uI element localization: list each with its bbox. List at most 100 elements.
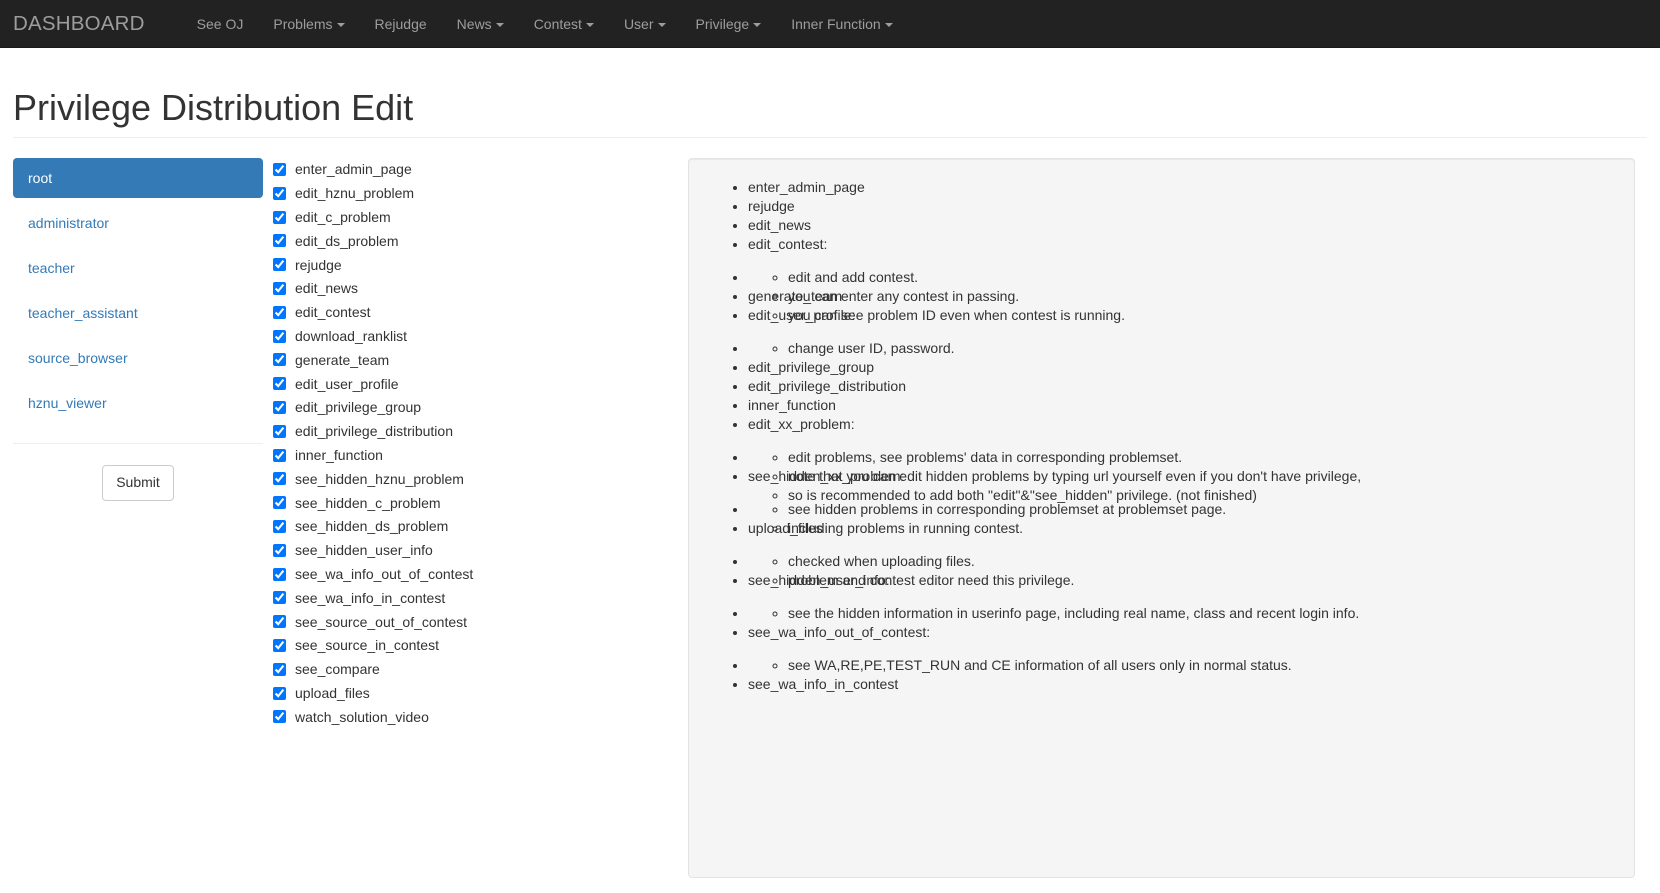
privilege-checkbox-row[interactable]: see_hidden_user_info [269, 538, 663, 562]
privilege-checkbox-label: see_compare [295, 661, 380, 678]
privilege-checkbox-row[interactable]: generate_team [269, 348, 663, 372]
privilege-checkbox-see_hidden_hznu_problem[interactable] [273, 472, 286, 486]
privilege-checkbox-see_compare[interactable] [273, 662, 286, 676]
help-item: rejudge [748, 197, 1615, 216]
privilege-group-item-administrator[interactable]: administrator [13, 202, 263, 243]
chevron-down-icon [657, 22, 666, 27]
privilege-checkbox-label: generate_team [295, 351, 390, 368]
page-header: Privilege Distribution Edit [13, 88, 1647, 138]
privilege-checkbox-row[interactable]: enter_admin_page [269, 158, 663, 182]
privilege-checkbox-inner_function[interactable] [273, 448, 286, 462]
privilege-checkbox-row[interactable]: see_compare [269, 657, 663, 681]
privilege-checkbox-row[interactable]: edit_news [269, 277, 663, 301]
privilege-checkbox-row[interactable]: inner_function [269, 443, 663, 467]
privilege-checkbox-row[interactable]: edit_hznu_problem [269, 181, 663, 205]
page-container: Privilege Distribution Edit root administ… [0, 88, 1660, 878]
help-item: edit_news [748, 216, 1615, 235]
content-row: root administrator teacher teacher_assistan… [13, 157, 1647, 878]
privilege-checkbox-see_hidden_user_info[interactable] [273, 543, 286, 557]
privilege-checkbox-row[interactable]: edit_c_problem [269, 205, 663, 229]
help-subitem: see hidden problems in corresponding pro… [788, 500, 1615, 519]
brand-dashboard-link[interactable]: DASHBOARD [13, 12, 160, 36]
privilege-checkbox-row[interactable]: watch_solution_video [269, 705, 663, 729]
privilege-group-item-hznu_viewer[interactable]: hznu_viewer [13, 382, 263, 423]
help-item: edit_privilege_group [748, 358, 1615, 377]
privilege-checkbox-row[interactable]: see_hidden_c_problem [269, 491, 663, 515]
nav-item-rejudge[interactable]: Rejudge [360, 0, 442, 48]
privilege-group-item-teacher_assistant[interactable]: teacher_assistant [13, 292, 263, 333]
privilege-checkbox-edit_contest[interactable] [273, 305, 286, 319]
privilege-checkbox-label: inner_function [295, 447, 383, 464]
help-item-spacer: see the hidden information in userinfo p… [748, 604, 1615, 623]
privilege-checkbox-enter_admin_page[interactable] [273, 162, 286, 176]
nav-item-privilege[interactable]: Privilege [681, 0, 777, 48]
privilege-checkbox-row[interactable]: see_wa_info_out_of_contest [269, 562, 663, 586]
nav-item-contest[interactable]: Contest [519, 0, 609, 48]
help-item: see_hidden_user_info: [748, 571, 1615, 590]
help-sublist: see the hidden information in userinfo p… [748, 604, 1615, 623]
nav-item-label: Rejudge [374, 15, 427, 32]
privilege-checkbox-label: see_hidden_user_info [295, 542, 433, 559]
nav-item-label: Problems [273, 15, 333, 32]
privilege-checkbox-label: edit_news [295, 280, 359, 297]
help-item-spacer: see WA,RE,PE,TEST_RUN and CE information… [748, 656, 1615, 675]
nav-item-inner-function[interactable]: Inner Function [776, 0, 908, 48]
privilege-checkbox-see_wa_info_out_of_contest[interactable] [273, 567, 286, 581]
privilege-checkbox-edit_privilege_distribution[interactable] [273, 424, 286, 438]
nav-item-label: News [456, 15, 492, 32]
privilege-checkbox-edit_c_problem[interactable] [273, 210, 286, 224]
privilege-checkbox-row[interactable]: see_hidden_ds_problem [269, 515, 663, 539]
privilege-group-column: root administrator teacher teacher_assistan… [13, 157, 263, 501]
privilege-checkbox-row[interactable]: rejudge [269, 253, 663, 277]
nav-item-problems[interactable]: Problems [258, 0, 359, 48]
privilege-checkbox-see_wa_info_in_contest[interactable] [273, 591, 286, 605]
privilege-checkbox-row[interactable]: edit_ds_problem [269, 229, 663, 253]
page-title: Privilege Distribution Edit [13, 87, 414, 128]
help-item-spacer: see hidden problems in corresponding pro… [748, 500, 1615, 536]
nav-item-label: Privilege [695, 15, 750, 32]
privilege-checkbox-rejudge[interactable] [273, 258, 286, 272]
privilege-checkbox-see_source_in_contest[interactable] [273, 638, 286, 652]
privilege-checkbox-edit_hznu_problem[interactable] [273, 186, 286, 200]
privilege-checkbox-watch_solution_video[interactable] [273, 710, 286, 724]
submit-button[interactable]: Submit [102, 464, 174, 501]
privilege-checkbox-row[interactable]: see_hidden_hznu_problem [269, 467, 663, 491]
privilege-checkbox-row[interactable]: edit_privilege_group [269, 396, 663, 420]
privilege-checkbox-label: see_source_out_of_contest [295, 613, 468, 630]
navbar-items: See OJ Problems Rejudge News Contest User Priv… [182, 0, 908, 48]
privilege-checkbox-edit_ds_problem[interactable] [273, 234, 286, 248]
nav-item-user[interactable]: User [609, 0, 681, 48]
privilege-checkbox-row[interactable]: see_source_out_of_contest [269, 610, 663, 634]
privilege-checkbox-row[interactable]: edit_user_profile [269, 372, 663, 396]
chevron-down-icon [495, 22, 504, 27]
privilege-checkbox-row[interactable]: download_ranklist [269, 324, 663, 348]
privilege-group-item-root[interactable]: root [13, 157, 263, 198]
privilege-checkbox-label: rejudge [295, 256, 342, 273]
chevron-down-icon [585, 22, 594, 27]
nav-item-label: Contest [533, 15, 582, 32]
privilege-checkbox-row[interactable]: edit_privilege_distribution [269, 419, 663, 443]
chevron-down-icon [884, 22, 893, 27]
privilege-checkbox-row[interactable]: edit_contest [269, 300, 663, 324]
privilege-checkbox-row[interactable]: see_wa_info_in_contest [269, 586, 663, 610]
privilege-checkbox-download_ranklist[interactable] [273, 329, 286, 343]
privilege-checkbox-edit_privilege_group[interactable] [273, 400, 286, 414]
privilege-checkbox-upload_files[interactable] [273, 686, 286, 700]
privilege-checkbox-see_hidden_ds_problem[interactable] [273, 519, 286, 533]
privilege-checkbox-row[interactable]: upload_files [269, 681, 663, 705]
nav-item-news[interactable]: News [442, 0, 519, 48]
help-item-spacer: checked when uploading files.problem and… [748, 552, 1615, 588]
privilege-checkbox-edit_user_profile[interactable] [273, 377, 286, 391]
privilege-checkbox-see_source_out_of_contest[interactable] [273, 615, 286, 629]
help-list: enter_admin_pagerejudgeedit_newsedit_con… [708, 178, 1615, 694]
nav-item-see-oj[interactable]: See OJ [182, 0, 259, 48]
help-item: edit_xx_problem: [748, 415, 1615, 434]
privilege-group-item-teacher[interactable]: teacher [13, 247, 263, 288]
help-subitem: see the hidden information in userinfo p… [788, 604, 1615, 623]
privilege-checkbox-generate_team[interactable] [273, 353, 286, 367]
privilege-checkbox-see_hidden_c_problem[interactable] [273, 496, 286, 510]
privilege-checkbox-row[interactable]: see_source_in_contest [269, 634, 663, 658]
privilege-group-item-source_browser[interactable]: source_browser [13, 337, 263, 378]
privilege-checkbox-edit_news[interactable] [273, 281, 286, 295]
help-item-spacer: edit problems, see problems' data in cor… [748, 448, 1615, 503]
